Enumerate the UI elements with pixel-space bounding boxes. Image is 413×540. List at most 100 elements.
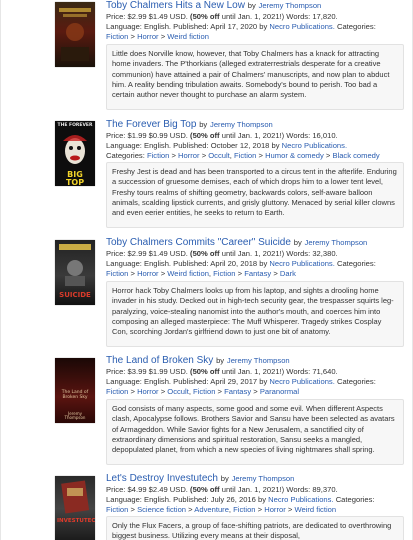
publisher-link[interactable]: Necro Publications. (268, 495, 333, 504)
author-link[interactable]: Jeremy Thompson (305, 238, 368, 247)
publisher-link[interactable]: Necro Publications. (269, 259, 334, 268)
category-link[interactable]: Humor & comedy (265, 151, 324, 160)
category-separator: > (253, 387, 258, 396)
book-title-link[interactable]: Let's Destroy Investutech (106, 473, 218, 484)
publication-text: Language: English. Published: April 17, … (106, 22, 268, 31)
category-link[interactable]: Horror (137, 32, 159, 41)
category-link[interactable]: Fiction (106, 32, 128, 41)
category-separator: > (130, 269, 135, 278)
author-link[interactable]: Jeremy Thompson (232, 474, 295, 483)
price-line: Price: $2.99 $1.49 USD. (50% off until J… (106, 249, 406, 259)
book-cover[interactable] (55, 2, 95, 67)
cover-title: SUICIDE (59, 291, 91, 299)
category-separator: > (130, 32, 135, 41)
categories-label: Categories: (335, 495, 375, 504)
category-list: Categories: Fiction > Horror > Occult, F… (106, 151, 380, 160)
price-line: Price: $1.99 $0.99 USD. (50% off until J… (106, 131, 406, 141)
publisher-link[interactable]: Necro Publications. (269, 377, 334, 386)
publication-text: Language: English. Published: October 12… (106, 141, 280, 150)
category-link[interactable]: Weird fiction (294, 505, 336, 514)
category-separator: > (130, 387, 135, 396)
discount-label: (50% off (190, 367, 220, 376)
category-separator: > (160, 32, 166, 41)
category-separator: > (273, 269, 278, 278)
author-link[interactable]: Jeremy Thompson (259, 1, 322, 10)
publication-info: Language: English. Published: April 29, … (106, 377, 406, 387)
category-link[interactable]: Fiction (193, 387, 215, 396)
discount-label: (50% off (190, 249, 220, 258)
author-link[interactable]: Jeremy Thompson (210, 120, 273, 129)
price-label: Price: (106, 12, 126, 21)
price-label: Price: (106, 131, 126, 140)
category-link[interactable]: Horror (178, 151, 200, 160)
category-link[interactable]: Paranormal (260, 387, 299, 396)
categories-label: Categories: (336, 22, 376, 31)
book-cover[interactable]: THE FOREVER BIG TOP (55, 121, 95, 186)
book-title-link[interactable]: The Forever Big Top (106, 119, 196, 130)
category-link[interactable]: Horror (137, 269, 159, 278)
category-link[interactable]: Fiction (106, 269, 128, 278)
category-link[interactable]: Fiction (147, 151, 169, 160)
category-list: Fiction > Horror > Occult, Fiction > Fan… (106, 387, 300, 396)
category-link[interactable]: Fiction (106, 387, 128, 396)
category-link[interactable]: Dark (280, 269, 296, 278)
price-label: Price: (106, 485, 126, 494)
discount-label: (50% off (190, 12, 220, 21)
price-value: $1.99 $0.99 USD. (127, 131, 188, 140)
category-link[interactable]: Horror (264, 505, 286, 514)
category-link[interactable]: Fantasy (224, 387, 251, 396)
price-line: Price: $4.99 $2.49 USD. (50% off until J… (106, 485, 406, 495)
category-separator: > (171, 151, 176, 160)
by-label: by (293, 238, 302, 247)
publication-info: Language: English. Published: July 26, 2… (106, 495, 406, 505)
category-separator: > (257, 505, 263, 514)
by-label: by (199, 120, 208, 129)
price-value: $2.99 $1.49 USD. (127, 12, 188, 21)
price-label: Price: (106, 249, 126, 258)
categories-label: Categories: (336, 259, 376, 268)
categories-label: Categories: (106, 151, 145, 160)
publication-text: Language: English. Published: April 29, … (106, 377, 268, 386)
author-link[interactable]: Jeremy Thompson (227, 356, 290, 365)
book-description: God consists of many aspects, some good … (106, 399, 404, 465)
price-value: $3.99 $1.99 USD. (127, 367, 188, 376)
category-link[interactable]: Fiction (106, 505, 128, 514)
category-link[interactable]: Fiction (213, 269, 235, 278)
publication-text: Language: English. Published: July 26, 2… (106, 495, 267, 504)
category-link[interactable]: Occult (167, 387, 189, 396)
cover-art-icon (61, 480, 90, 514)
category-link[interactable]: Fantasy (244, 269, 271, 278)
publication-info: Language: English. Published: April 20, … (106, 259, 406, 269)
book-title-link[interactable]: The Land of Broken Sky (106, 355, 213, 366)
publisher-link[interactable]: Necro Publications. (282, 141, 347, 150)
book-title-link[interactable]: Toby Chalmers Commits "Career" Suicide (106, 237, 291, 248)
book-cover[interactable]: SUICIDE (55, 240, 95, 305)
category-separator: > (325, 151, 331, 160)
cover-author: Jeremy Thompson (64, 411, 86, 420)
book-cover[interactable]: The Land of Broken Sky Jeremy Thompson (55, 358, 95, 423)
cover-art-icon (59, 8, 91, 61)
category-link[interactable]: Fiction (233, 505, 255, 514)
category-link[interactable]: Weird fiction (167, 269, 209, 278)
category-link[interactable]: Fiction (234, 151, 256, 160)
category-link[interactable]: Adventure (194, 505, 229, 514)
category-separator: > (217, 387, 222, 396)
book-description: Freshy Jest is dead and has been transpo… (106, 162, 404, 228)
category-separator: > (160, 387, 166, 396)
book-title-link[interactable]: Toby Chalmers Hits a New Low (106, 0, 245, 11)
price-label: Price: (106, 367, 126, 376)
category-separator: > (237, 269, 243, 278)
discount-info: until Jan. 1, 2021!) Words: 71,640. (221, 367, 338, 376)
publisher-link[interactable]: Necro Publications. (269, 22, 334, 31)
price-line: Price: $3.99 $1.99 USD. (50% off until J… (106, 367, 406, 377)
category-link[interactable]: Black comedy (332, 151, 379, 160)
book-description: Little does Norville know, however, that… (106, 44, 404, 110)
book-cover[interactable]: INVESTUTECH (55, 476, 95, 540)
category-link[interactable]: Horror (137, 387, 159, 396)
category-link[interactable]: Weird fiction (167, 32, 209, 41)
category-link[interactable]: Occult (208, 151, 230, 160)
category-link[interactable]: Science fiction (137, 505, 186, 514)
category-separator: > (258, 151, 263, 160)
by-label: by (216, 356, 225, 365)
category-list: Fiction > Horror > Weird fiction, Fictio… (106, 269, 296, 278)
